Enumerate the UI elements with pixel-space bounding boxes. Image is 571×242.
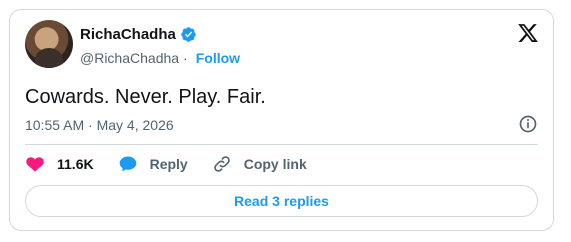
- action-bar: 11.6K Reply Copy link: [25, 154, 331, 174]
- tweet-text: Cowards. Never. Play. Fair.: [25, 86, 266, 108]
- like-count: 11.6K: [57, 156, 94, 172]
- follow-button[interactable]: Follow: [196, 50, 240, 66]
- separator-dot: ·: [183, 50, 188, 66]
- read-replies-label: Read 3 replies: [234, 193, 329, 209]
- avatar[interactable]: [25, 20, 73, 68]
- tweet-timestamp[interactable]: 10:55 AM · May 4, 2026: [25, 117, 174, 133]
- link-icon: [213, 156, 230, 172]
- verified-badge-icon: [181, 27, 196, 42]
- heart-icon: [26, 157, 44, 172]
- x-logo-icon[interactable]: [517, 22, 539, 44]
- tweet-card: RichaChadha @RichaChadha · Follow Coward…: [9, 9, 554, 231]
- reply-action[interactable]: Reply: [118, 154, 188, 174]
- handle-row: @RichaChadha · Follow: [80, 50, 240, 66]
- author-handle[interactable]: @RichaChadha: [80, 50, 179, 66]
- copy-link-action[interactable]: Copy link: [212, 154, 307, 174]
- copy-link-label: Copy link: [243, 156, 307, 172]
- author-name[interactable]: RichaChadha: [80, 26, 176, 43]
- divider: [25, 144, 538, 145]
- author-name-row: RichaChadha: [80, 26, 197, 43]
- reply-bubble-icon: [119, 156, 136, 172]
- read-replies-button[interactable]: Read 3 replies: [25, 185, 538, 217]
- info-icon[interactable]: [518, 114, 538, 134]
- reply-label: Reply: [149, 156, 188, 172]
- like-action[interactable]: 11.6K: [25, 154, 94, 174]
